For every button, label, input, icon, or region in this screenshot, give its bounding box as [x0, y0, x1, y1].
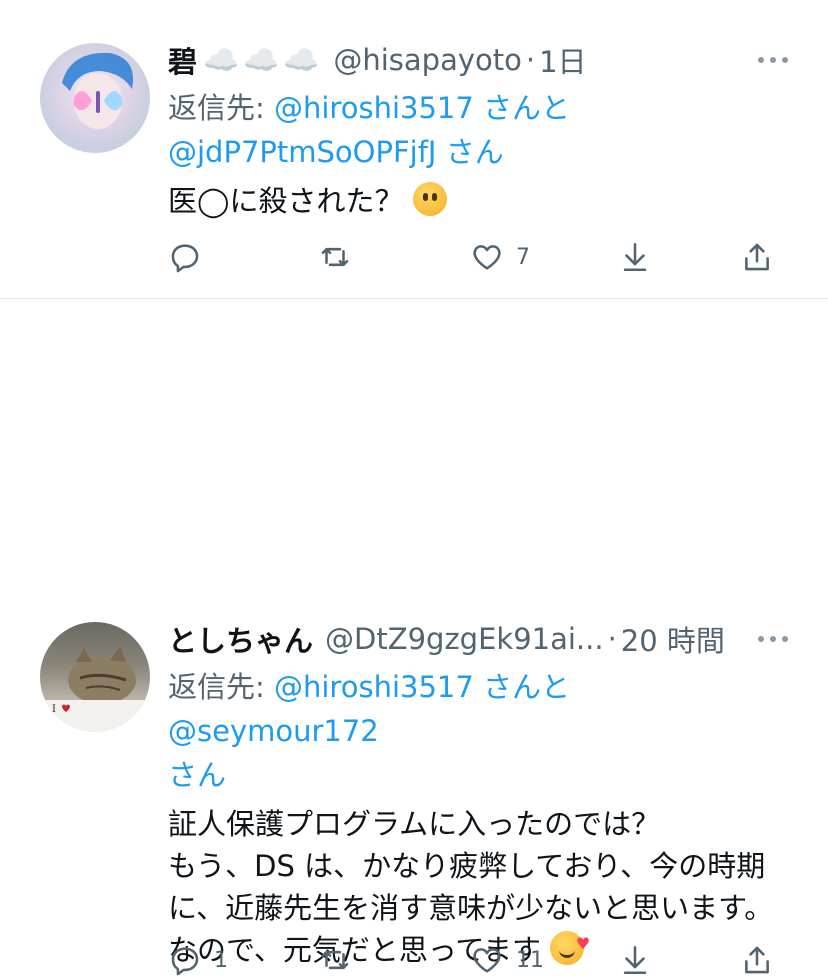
tweet-text-line: に、近藤先生を消す意味が少ないと思います。: [168, 891, 774, 925]
reply-user-link[interactable]: @seymour172: [168, 714, 379, 748]
retweet-button[interactable]: [318, 237, 364, 277]
name-decoration: ☁️☁️☁️: [203, 42, 324, 77]
heart-icon: [473, 948, 501, 973]
reply-suffix: さん: [168, 758, 227, 792]
tweet-actions: 1 11: [168, 940, 788, 980]
reply-suffix: さんと: [473, 91, 571, 125]
download-button[interactable]: [618, 940, 652, 980]
more-options-icon[interactable]: [758, 617, 788, 661]
display-name[interactable]: 碧: [168, 39, 197, 81]
share-button[interactable]: [740, 237, 774, 277]
timestamp[interactable]: 20 時間: [621, 618, 725, 660]
like-button[interactable]: 11: [470, 940, 544, 980]
reply-user-link[interactable]: @jdP7PtmSoOPFjfJ: [168, 135, 436, 169]
tweet-text: 医◯に殺された？: [168, 180, 788, 222]
handle[interactable]: @hisapayoto: [333, 43, 522, 77]
tweet[interactable]: 碧 ☁️☁️☁️ @hisapayoto · 1日 返信先: @hiroshi3…: [0, 0, 828, 298]
tweet-actions: 7: [168, 237, 788, 277]
download-button[interactable]: [618, 237, 652, 277]
tweet[interactable]: I としちゃん @DtZ9gzgEk91ai... · 20 時間 返信先: @…: [0, 298, 828, 976]
like-count: 11: [516, 947, 544, 973]
avatar-image: [62, 52, 134, 129]
reply-suffix: さん: [436, 135, 504, 169]
svg-text:I: I: [52, 704, 56, 715]
share-icon: [745, 946, 769, 974]
heart-icon: [473, 245, 501, 270]
reply-button[interactable]: 1: [168, 940, 228, 980]
reply-prefix: 返信先:: [168, 670, 274, 704]
avatar-image: I: [40, 646, 150, 732]
download-arrow-icon: [623, 945, 647, 975]
share-button[interactable]: [740, 940, 774, 980]
like-count: 7: [516, 244, 530, 270]
retweet-icon: [321, 950, 349, 970]
avatar[interactable]: I: [40, 622, 150, 732]
display-name[interactable]: としちゃん: [168, 618, 313, 660]
reply-context: 返信先: @hiroshi3517 さんと @seymour172 さん: [168, 665, 788, 797]
tweet-text-line: 証人保護プログラムに入ったのでは？: [168, 807, 661, 841]
reply-icon: [171, 244, 199, 273]
like-button[interactable]: 7: [470, 237, 530, 277]
reply-count: 1: [214, 947, 228, 973]
retweet-icon: [321, 247, 349, 267]
tweet-header: としちゃん @DtZ9gzgEk91ai... · 20 時間: [168, 617, 788, 661]
tweet-text-line: もう、DS は、かなり疲弊しており、今の時期: [168, 849, 766, 883]
reply-user-link[interactable]: @hiroshi3517: [274, 91, 474, 125]
timestamp[interactable]: 1日: [539, 39, 586, 81]
tweet-header: 碧 ☁️☁️☁️ @hisapayoto · 1日: [168, 38, 788, 82]
tweet-text-line: 医◯に殺された？: [168, 184, 404, 218]
separator: ·: [525, 43, 536, 77]
separator: ·: [607, 622, 617, 656]
handle[interactable]: @DtZ9gzgEk91ai...: [325, 622, 604, 656]
reply-icon: [171, 947, 199, 976]
more-options-icon[interactable]: [758, 38, 788, 82]
neutral-face-emoji: [412, 182, 447, 216]
reply-button[interactable]: [168, 237, 214, 277]
reply-user-link[interactable]: @hiroshi3517: [274, 670, 474, 704]
retweet-button[interactable]: [318, 940, 364, 980]
reply-prefix: 返信先:: [168, 91, 274, 125]
download-arrow-icon: [623, 242, 647, 272]
share-icon: [745, 243, 769, 271]
avatar[interactable]: [40, 43, 150, 153]
reply-context: 返信先: @hiroshi3517 さんと @jdP7PtmSoOPFjfJ さ…: [168, 86, 788, 174]
reply-suffix: さんと: [473, 670, 571, 704]
